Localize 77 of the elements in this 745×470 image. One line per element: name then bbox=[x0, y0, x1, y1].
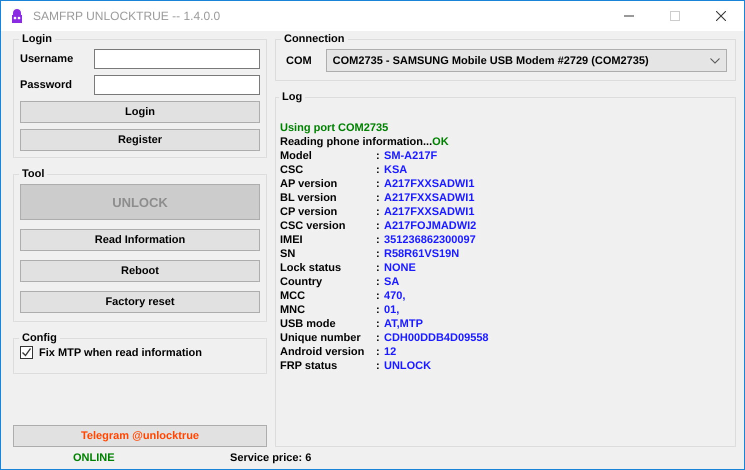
log-value: CDH00DDB4D09558 bbox=[384, 331, 489, 345]
log-separator: : bbox=[376, 247, 381, 261]
input-field[interactable] bbox=[94, 75, 260, 95]
log-value: A217FXXSADWI1 bbox=[384, 191, 474, 205]
app-icon bbox=[9, 8, 25, 24]
log-separator: : bbox=[376, 303, 381, 317]
window-title: SAMFRP UNLOCKTRUE -- 1.4.0.0 bbox=[33, 9, 220, 23]
log-separator: : bbox=[376, 289, 381, 303]
tool-button[interactable]: Reboot bbox=[20, 260, 260, 282]
log-value: NONE bbox=[384, 261, 416, 275]
log-separator: : bbox=[376, 205, 381, 219]
log-separator: : bbox=[376, 345, 381, 359]
log-value: 351236862300097 bbox=[384, 233, 476, 247]
maximize-icon bbox=[670, 11, 680, 21]
log-value: UNLOCK bbox=[384, 359, 432, 373]
log-value: 12 bbox=[384, 345, 396, 359]
log-message: Reading phone information... bbox=[280, 135, 432, 149]
chevron-down-icon bbox=[710, 58, 720, 64]
log-separator: : bbox=[376, 331, 381, 345]
log-value: SM-A217F bbox=[384, 149, 438, 163]
close-icon bbox=[716, 11, 726, 21]
log-value: A217FOJMADWI2 bbox=[384, 219, 476, 233]
com-label: COM bbox=[286, 54, 312, 66]
connection-status: ONLINE bbox=[72, 452, 116, 464]
log-label: Lock status bbox=[280, 261, 342, 275]
port-dropdown[interactable]: COM2735 - SAMSUNG Mobile USB Modem #2729 (COM2735) bbox=[326, 49, 727, 72]
port-value: COM2735 - SAMSUNG Mobile USB Modem #2729 (COM2735) bbox=[332, 54, 649, 66]
log-label: USB mode bbox=[280, 317, 337, 331]
input-field[interactable] bbox=[94, 49, 260, 69]
log-label: MNC bbox=[280, 303, 306, 317]
checkmark-icon bbox=[21, 347, 32, 358]
service-price: Service price: 6 bbox=[230, 452, 312, 464]
log-label: Country bbox=[280, 275, 324, 289]
log-label: BL version bbox=[280, 191, 338, 205]
log-value: SA bbox=[384, 275, 400, 289]
log-message: OK bbox=[432, 135, 449, 149]
log-label: SN bbox=[280, 247, 296, 261]
log-separator: : bbox=[376, 149, 381, 163]
login-button[interactable]: Login bbox=[20, 101, 260, 123]
log-message: Using port COM2735 bbox=[280, 121, 388, 135]
log-label: Model bbox=[280, 149, 313, 163]
group-title: Connection bbox=[283, 33, 346, 45]
log-separator: : bbox=[376, 317, 381, 331]
log-label: Unique number bbox=[280, 331, 362, 345]
group-title: Tool bbox=[21, 168, 46, 180]
group-title: Config bbox=[21, 332, 58, 344]
tool-button[interactable]: Factory reset bbox=[20, 291, 260, 313]
log-label: AP version bbox=[280, 177, 338, 191]
fix-mtp-checkbox[interactable]: Fix MTP when read information bbox=[20, 346, 260, 359]
log-label: Android version bbox=[280, 345, 366, 359]
log-label: CSC version bbox=[280, 219, 346, 233]
log-separator: : bbox=[376, 163, 381, 177]
log-value: R58R61VS19N bbox=[384, 247, 460, 261]
log-label: IMEI bbox=[280, 233, 304, 247]
log-separator: : bbox=[376, 219, 381, 233]
log-separator: : bbox=[376, 275, 381, 289]
field-label: Password bbox=[20, 79, 72, 91]
tool-button[interactable]: Read Information bbox=[20, 229, 260, 251]
log-label: MCC bbox=[280, 289, 306, 303]
log-value: 470, bbox=[384, 289, 406, 303]
log-separator: : bbox=[376, 191, 381, 205]
log-label: CSC bbox=[280, 163, 304, 177]
log-separator: : bbox=[376, 261, 381, 275]
log-label: CP version bbox=[280, 205, 338, 219]
register-button[interactable]: Register bbox=[20, 129, 260, 151]
log-separator: : bbox=[376, 233, 381, 247]
log-value: A217FXXSADWI1 bbox=[384, 205, 474, 219]
log-value: A217FXXSADWI1 bbox=[384, 177, 474, 191]
log-separator: : bbox=[376, 359, 381, 373]
log-value: KSA bbox=[384, 163, 408, 177]
field-label: Username bbox=[20, 53, 74, 65]
log-value: 01, bbox=[384, 303, 400, 317]
log-label: FRP status bbox=[280, 359, 338, 373]
log-separator: : bbox=[376, 177, 381, 191]
log-value: AT,MTP bbox=[384, 317, 423, 331]
group-title: Login bbox=[21, 33, 53, 45]
group-title: Log bbox=[281, 91, 304, 103]
